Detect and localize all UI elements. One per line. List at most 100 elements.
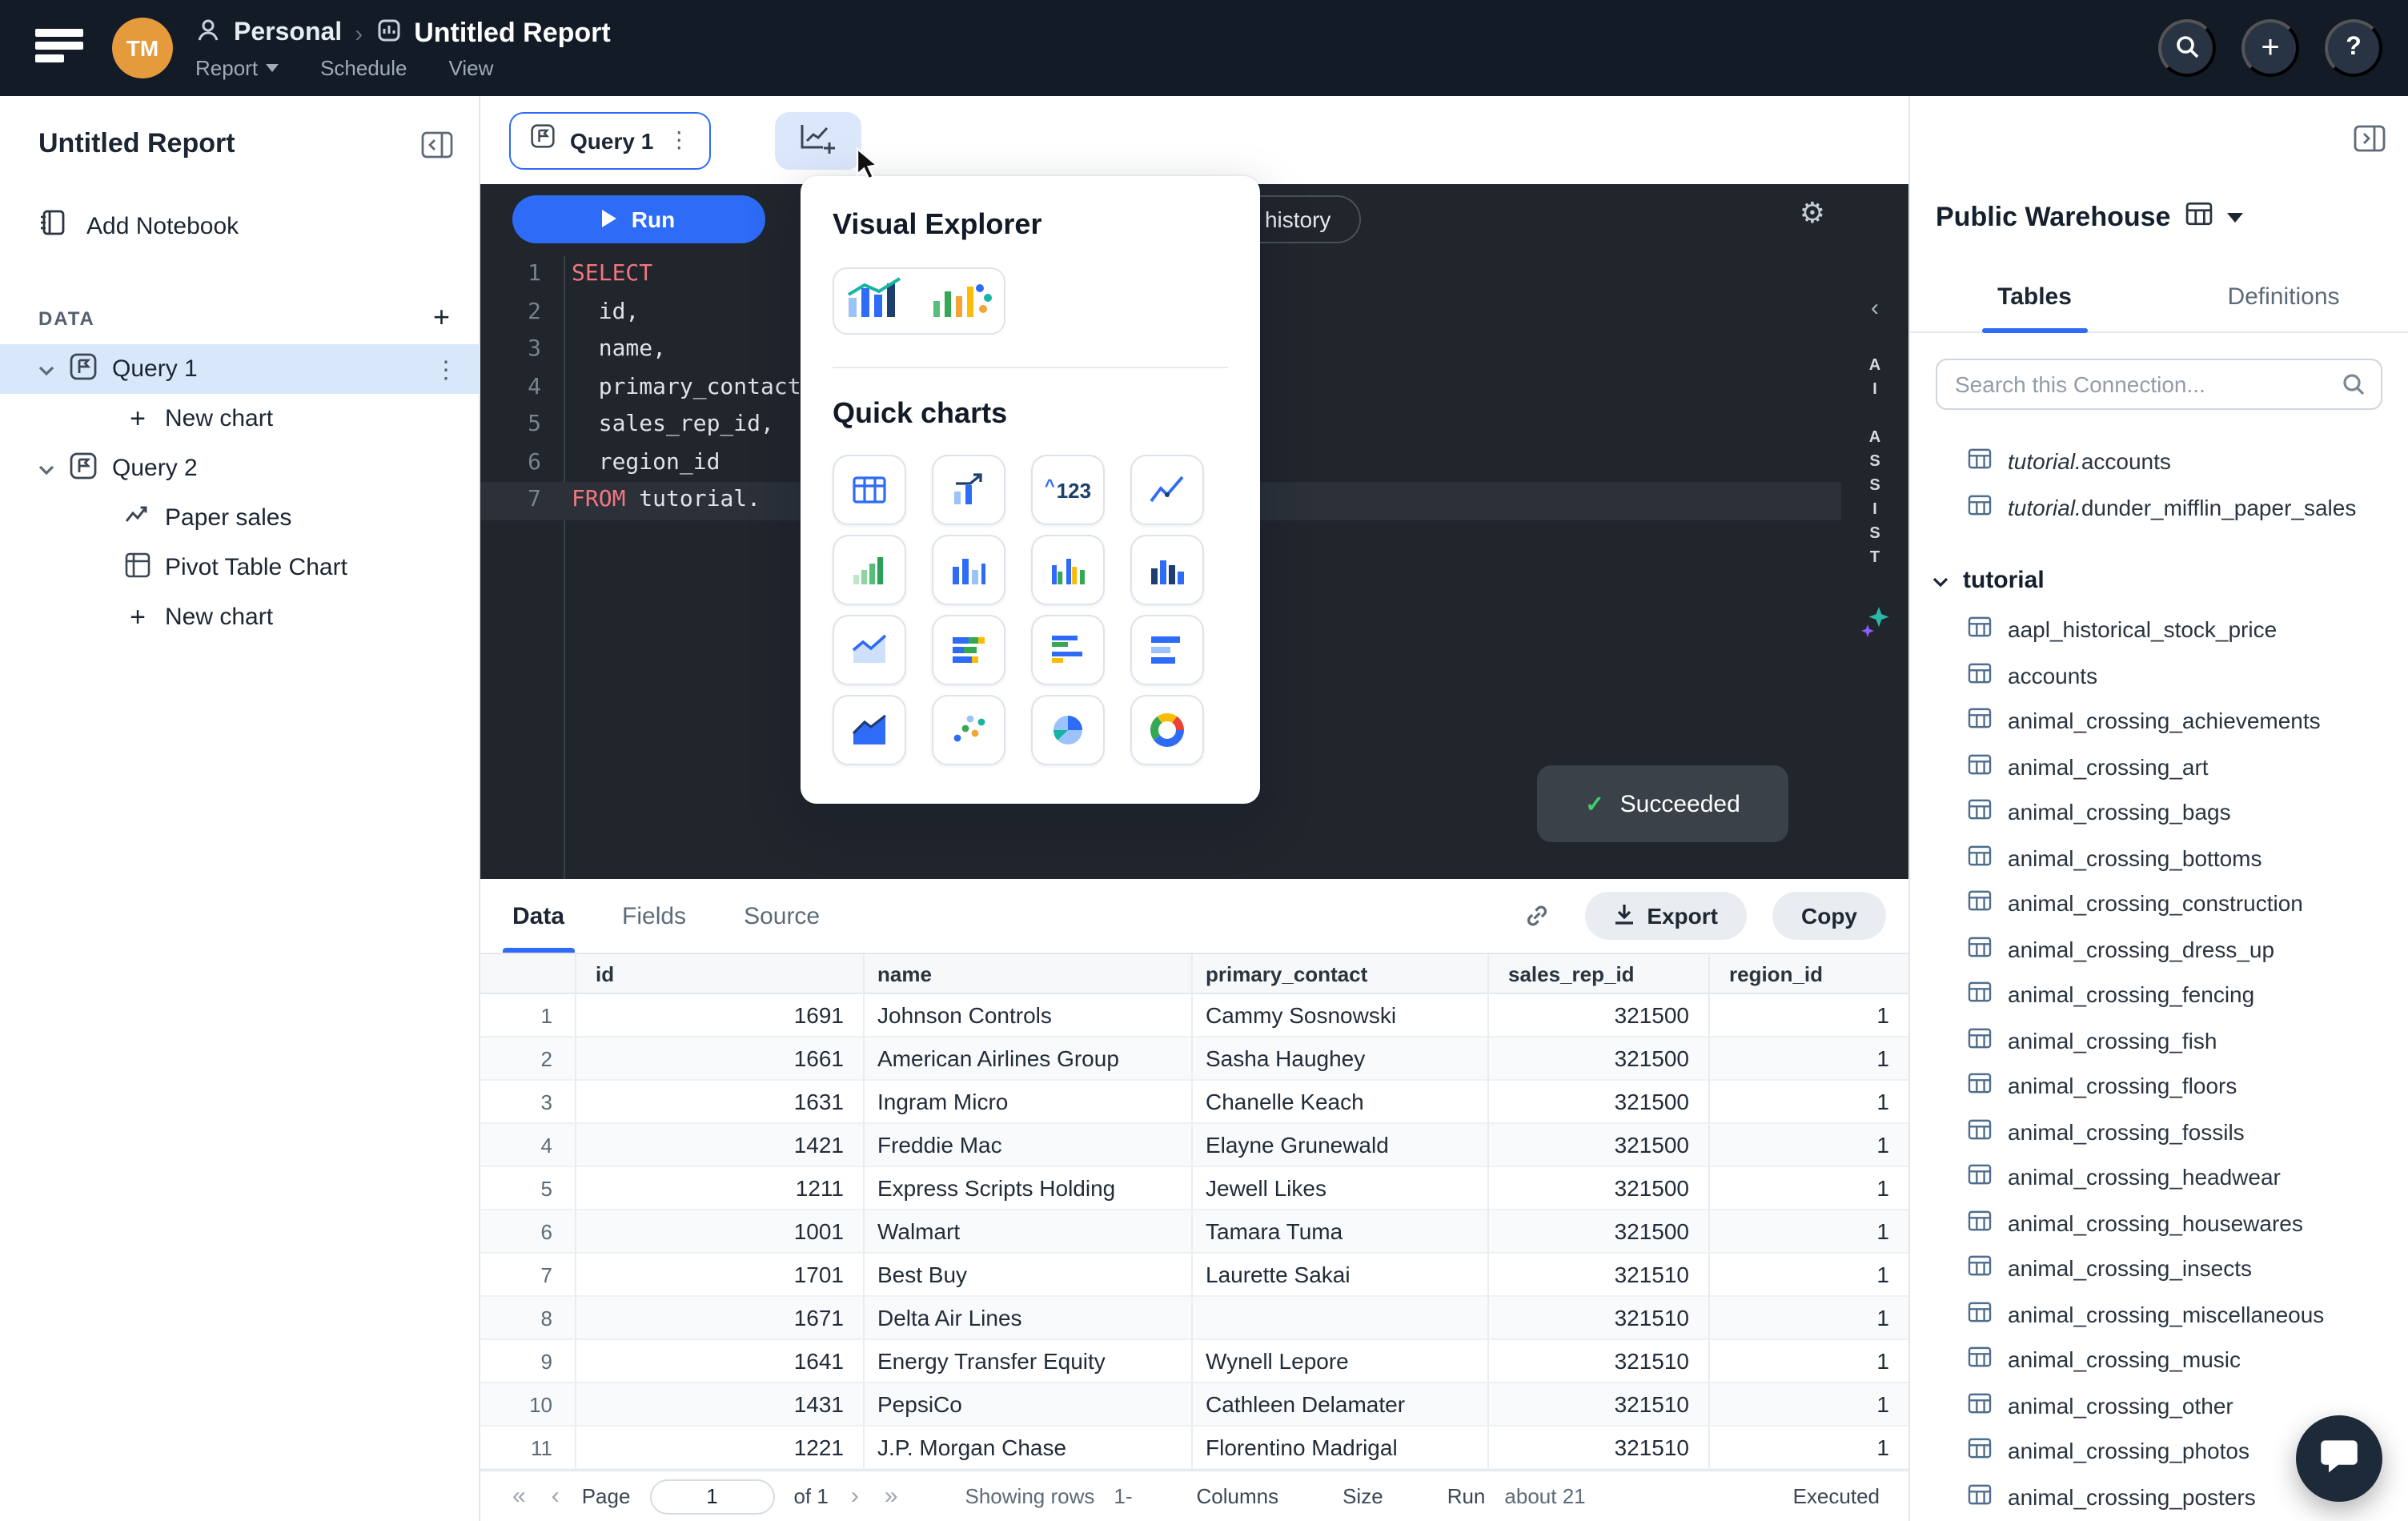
table-row[interactable]: 6 1001 Walmart Tamara Tuma 321500 1 (480, 1210, 1908, 1254)
connection-name[interactable]: Public Warehouse (1936, 202, 2170, 234)
collapse-left-sidebar-button[interactable] (421, 130, 453, 158)
tab-fields[interactable]: Fields (622, 879, 686, 953)
table-list-item[interactable]: animal_crossing_bags (1910, 789, 2408, 835)
sidebar-item-paper-sales[interactable]: Paper sales (0, 493, 479, 543)
table-row[interactable]: 11 1221 J.P. Morgan Chase Florentino Mad… (480, 1427, 1908, 1470)
pie-chart-button[interactable] (1031, 695, 1105, 765)
table-list-item[interactable]: aapl_historical_stock_price (1910, 607, 2408, 652)
menu-schedule[interactable]: Schedule (320, 55, 407, 79)
menu-report[interactable]: Report (195, 55, 279, 79)
table-list-item[interactable]: animal_crossing_fossils (1910, 1109, 2408, 1154)
size-dropdown[interactable]: Size (1342, 1484, 1383, 1508)
table-row[interactable]: 5 1211 Express Scripts Holding Jewell Li… (480, 1167, 1908, 1210)
tab-definitions[interactable]: Definitions (2159, 266, 2408, 331)
table-chart-button[interactable] (833, 455, 906, 525)
schema-group-tutorial[interactable]: tutorial (1910, 556, 2408, 604)
column-chart-button[interactable] (932, 535, 1005, 605)
gear-icon[interactable]: ⚙ (1800, 197, 1825, 231)
column-header-id[interactable]: id (576, 954, 865, 993)
chevron-down-icon[interactable] (38, 455, 54, 482)
user-avatar[interactable]: TM (112, 18, 173, 78)
columns-dropdown[interactable]: Columns (1197, 1484, 1279, 1508)
table-row[interactable]: 2 1661 American Airlines Group Sasha Hau… (480, 1037, 1908, 1081)
chevron-down-icon[interactable] (38, 355, 54, 383)
column-header-primary-contact[interactable]: primary_contact (1193, 954, 1489, 993)
table-list-item[interactable]: animal_crossing_achievements (1910, 698, 2408, 744)
table-list-item[interactable]: animal_crossing_floors (1910, 1063, 2408, 1109)
export-button[interactable]: Export (1584, 892, 1747, 940)
last-page-icon[interactable]: » (881, 1483, 901, 1510)
link-icon[interactable] (1514, 893, 1559, 938)
sidebar-item-new-chart-1[interactable]: + New chart (0, 394, 479, 443)
sidebar-item-new-chart-2[interactable]: + New chart (0, 592, 479, 642)
grouped-column-chart-button[interactable] (1031, 535, 1105, 605)
table-row[interactable]: 4 1421 Freddie Mac Elayne Grunewald 3215… (480, 1124, 1908, 1167)
add-notebook-button[interactable]: Add Notebook (38, 208, 479, 243)
table-row[interactable]: 7 1701 Best Buy Laurette Sakai 321510 1 (480, 1254, 1908, 1297)
pinned-table-item[interactable]: tutorial.dunder_mifflin_paper_sales (1910, 484, 2408, 530)
sparkle-icon[interactable] (1859, 605, 1891, 645)
connection-search-input[interactable] (1936, 359, 2382, 410)
copy-button[interactable]: Copy (1772, 892, 1886, 940)
table-row[interactable]: 3 1631 Ingram Micro Chanelle Keach 32150… (480, 1081, 1908, 1124)
search-button[interactable] (2158, 19, 2216, 77)
table-list-item[interactable]: animal_crossing_art (1910, 744, 2408, 789)
kebab-menu-icon[interactable]: ⋮ (434, 355, 460, 383)
mode-logo-icon[interactable] (35, 26, 90, 70)
sidebar-item-pivot-table-chart[interactable]: Pivot Table Chart (0, 543, 479, 592)
run-button[interactable]: Run (512, 195, 765, 243)
table-row[interactable]: 1 1691 Johnson Controls Cammy Sosnowski … (480, 994, 1908, 1037)
tab-source[interactable]: Source (744, 879, 820, 953)
bar-chart-button[interactable] (1130, 615, 1204, 685)
add-chart-tab-button[interactable] (775, 111, 861, 169)
line-chart-button[interactable] (1130, 455, 1204, 525)
first-page-icon[interactable]: « (509, 1483, 529, 1510)
table-list-item[interactable]: animal_crossing_fish (1910, 1017, 2408, 1063)
area-chart-button[interactable] (833, 695, 906, 765)
sidebar-item-query-1[interactable]: Query 1 ⋮ (0, 344, 479, 394)
create-new-button[interactable]: + (2241, 19, 2299, 77)
expand-right-panel-button[interactable] (2354, 125, 2386, 152)
prev-page-icon[interactable]: ‹ (548, 1483, 563, 1510)
sidebar-item-query-2[interactable]: Query 2 (0, 443, 479, 493)
grouped-bar-chart-button[interactable] (1031, 615, 1105, 685)
column-header-sales-rep-id[interactable]: sales_rep_id (1489, 954, 1710, 993)
table-list-item[interactable]: animal_crossing_bottoms (1910, 835, 2408, 881)
next-page-icon[interactable]: › (848, 1483, 862, 1510)
stacked-bar-chart-button[interactable] (932, 615, 1005, 685)
report-title[interactable]: Untitled Report (414, 18, 611, 50)
combo-chart-button[interactable] (932, 455, 1005, 525)
table-row[interactable]: 8 1671 Delta Air Lines 321510 1 (480, 1297, 1908, 1340)
table-list-item[interactable]: animal_crossing_insects (1910, 1246, 2408, 1291)
table-row[interactable]: 9 1641 Energy Transfer Equity Wynell Lep… (480, 1340, 1908, 1383)
tab-data[interactable]: Data (512, 879, 564, 953)
kebab-menu-icon[interactable]: ⋮ (668, 126, 690, 154)
visual-explorer-button[interactable] (833, 267, 1005, 335)
table-list-item[interactable]: animal_crossing_fencing (1910, 972, 2408, 1017)
table-list-item[interactable]: animal_crossing_housewares (1910, 1200, 2408, 1246)
column-header-region-id[interactable]: region_id (1710, 954, 1908, 993)
page-input[interactable] (649, 1479, 774, 1514)
area-line-chart-button[interactable] (833, 615, 906, 685)
add-data-button[interactable]: + (433, 301, 450, 335)
table-list-item[interactable]: accounts (1910, 652, 2408, 698)
breadcrumb-workspace[interactable]: Personal (234, 19, 342, 48)
table-row[interactable]: 10 1431 PepsiCo Cathleen Delamater 32151… (480, 1383, 1908, 1427)
menu-view[interactable]: View (449, 55, 494, 79)
tab-tables[interactable]: Tables (1910, 266, 2159, 331)
table-list-item[interactable]: animal_crossing_dress_up (1910, 926, 2408, 972)
collapse-panel-icon[interactable]: ‹ (1871, 295, 1879, 322)
big-number-button[interactable]: ^123 (1031, 455, 1105, 525)
donut-chart-button[interactable] (1130, 695, 1204, 765)
histogram-chart-button[interactable] (1130, 535, 1204, 605)
help-button[interactable]: ? (2325, 19, 2382, 77)
tab-query-1[interactable]: Query 1 ⋮ (509, 111, 711, 169)
green-step-chart-button[interactable] (833, 535, 906, 605)
table-list-item[interactable]: animal_crossing_miscellaneous (1910, 1291, 2408, 1337)
chevron-down-icon[interactable] (2226, 213, 2242, 223)
pinned-table-item[interactable]: tutorial.accounts (1910, 439, 2408, 484)
table-list-item[interactable]: animal_crossing_headwear (1910, 1154, 2408, 1200)
table-list-item[interactable]: animal_crossing_construction (1910, 881, 2408, 926)
chat-widget-button[interactable] (2296, 1415, 2382, 1502)
column-header-name[interactable]: name (865, 954, 1193, 993)
